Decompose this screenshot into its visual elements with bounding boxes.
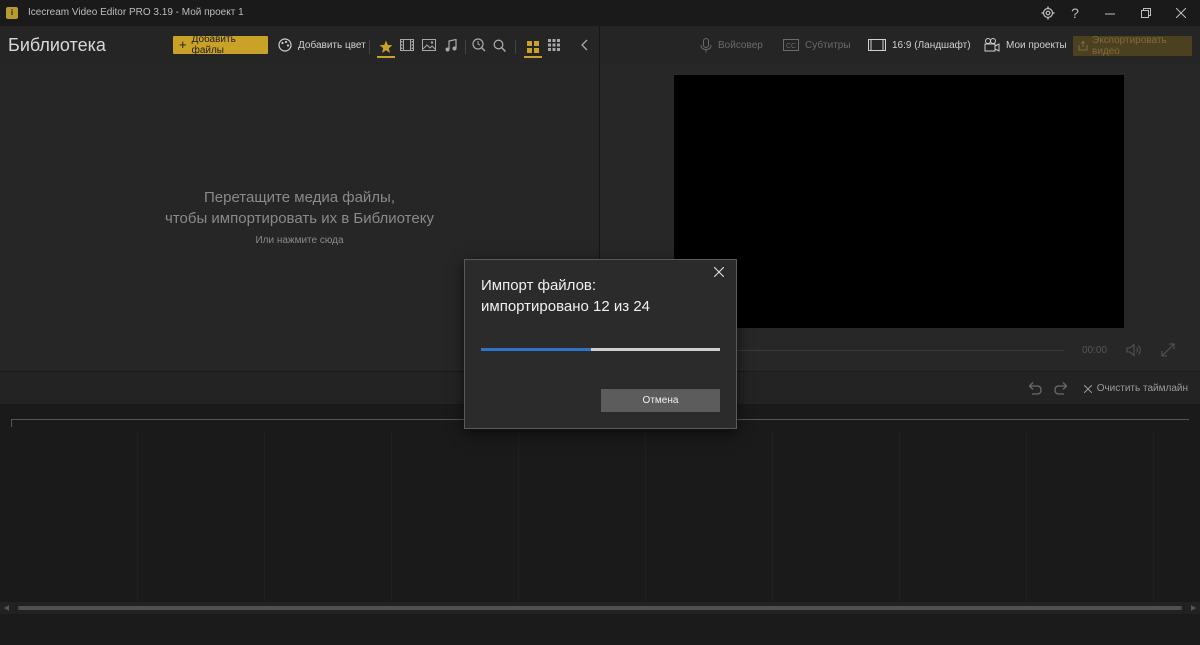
subtitles-label: Субтитры (805, 39, 851, 51)
export-video-button[interactable]: Экспортировать видео (1073, 35, 1192, 57)
volume-icon[interactable] (1126, 343, 1142, 357)
drop-hint-line1: Перетащите медиа файлы, (203, 189, 395, 206)
toolbar-divider (369, 40, 370, 54)
scroll-right-arrow-icon[interactable] (1191, 605, 1196, 611)
export-icon (1078, 41, 1088, 51)
close-window-icon[interactable] (1170, 3, 1192, 23)
dialog-close-icon[interactable] (712, 265, 726, 279)
settings-gear-icon[interactable] (1037, 3, 1059, 23)
redo-icon[interactable] (1054, 381, 1070, 395)
recent-clock-search-icon[interactable] (471, 37, 487, 53)
bottom-area (0, 614, 1200, 645)
timeline[interactable] (0, 404, 1200, 602)
add-files-button[interactable]: + Добавить файлы (173, 34, 268, 56)
click-here-link[interactable]: Или нажмите сюда (0, 235, 599, 246)
timeline-gridline (645, 432, 646, 602)
clear-timeline-button[interactable]: Очистить таймлайн (1083, 383, 1188, 394)
timeline-gridline (518, 432, 519, 602)
import-title: Импорт файлов: (481, 277, 597, 294)
library-toolbar: Библиотека + Добавить файлы Добавить цве… (0, 26, 600, 64)
toolbar-divider (465, 40, 466, 54)
small-grid-view-icon[interactable] (546, 37, 562, 53)
large-grid-view-icon[interactable] (524, 37, 542, 58)
timeline-gridline (772, 432, 773, 602)
video-canvas[interactable] (674, 75, 1124, 328)
import-status: импортировано 12 из 24 (481, 298, 650, 315)
clear-timeline-label: Очистить таймлайн (1096, 383, 1188, 394)
my-projects-button[interactable]: Мои проекты (984, 37, 1067, 53)
ruler-tick (11, 419, 12, 427)
aspect-ratio-button[interactable]: 16:9 (Ландшафт) (868, 37, 971, 53)
fullscreen-icon[interactable] (1161, 343, 1175, 357)
import-progress-bar (481, 348, 720, 351)
timeline-gridline (899, 432, 900, 602)
video-camera-icon (984, 38, 1000, 52)
filter-video-icon[interactable] (399, 37, 415, 53)
restore-icon[interactable] (1135, 3, 1157, 23)
filter-image-icon[interactable] (421, 37, 437, 53)
svg-text:CC: CC (786, 43, 796, 50)
timeline-gridline (1153, 432, 1154, 602)
voiceover-label: Войсовер (718, 39, 763, 51)
timeline-gridline (1026, 432, 1027, 602)
help-icon[interactable]: ? (1064, 3, 1086, 23)
minimize-icon[interactable] (1099, 3, 1121, 23)
window-title: Icecream Video Editor PRO 3.19 - Мой про… (28, 7, 244, 18)
filter-audio-icon[interactable] (443, 37, 459, 53)
scrollbar-thumb[interactable] (18, 606, 1182, 610)
scroll-left-arrow-icon[interactable] (4, 605, 9, 611)
import-progress-fill (481, 348, 591, 351)
add-color-button[interactable]: Добавить цвет (278, 36, 366, 54)
drop-hint-line2: чтобы импортировать их в Библиотеку (165, 210, 434, 227)
undo-icon[interactable] (1026, 381, 1042, 395)
library-title: Библиотека (8, 35, 106, 55)
collapse-chevron-left-icon[interactable] (576, 37, 592, 53)
timeline-gridline (137, 432, 138, 602)
export-label: Экспортировать видео (1092, 35, 1167, 57)
voiceover-button[interactable]: Войсовер (700, 37, 763, 53)
filter-all-star-icon[interactable] (377, 37, 395, 58)
time-display: 00:00 (1082, 345, 1108, 356)
timeline-gridline (391, 432, 392, 602)
search-icon[interactable] (491, 37, 507, 53)
cancel-button[interactable]: Отмена (601, 389, 720, 412)
add-color-label: Добавить цвет (298, 39, 366, 51)
x-icon (1083, 384, 1092, 393)
app-logo: i (6, 7, 18, 19)
microphone-icon (700, 37, 712, 53)
my-projects-label: Мои проекты (1006, 39, 1067, 51)
palette-icon (278, 38, 292, 52)
preview-toolbar: Войсовер CC Субтитры 16:9 (Ландшафт) Мои… (600, 26, 1200, 64)
toolbar-divider (515, 40, 516, 54)
closed-captions-icon: CC (783, 39, 799, 51)
aspect-ratio-label: 16:9 (Ландшафт) (892, 39, 971, 51)
subtitles-button[interactable]: CC Субтитры (783, 37, 851, 53)
plus-icon: + (179, 37, 187, 52)
add-files-label: Добавить файлы (191, 34, 236, 56)
timeline-gridline (264, 432, 265, 602)
film-frame-icon (868, 39, 886, 51)
import-dialog: Импорт файлов: импортировано 12 из 24 От… (464, 259, 737, 429)
title-bar: i Icecream Video Editor PRO 3.19 - Мой п… (0, 0, 1200, 26)
timeline-scrollbar[interactable] (0, 602, 1200, 614)
